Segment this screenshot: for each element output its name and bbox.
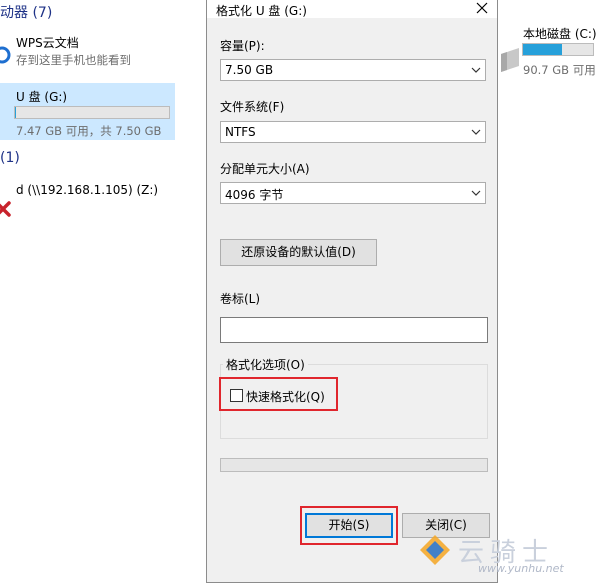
wps-cloud-subtitle: 存到这里手机也能看到 — [16, 53, 131, 67]
watermark: 云骑士 www.yunhu.net — [418, 530, 596, 577]
restore-defaults-button[interactable]: 还原设备的默认值(D) — [220, 239, 377, 266]
usb-drive-capacity-bar — [14, 106, 170, 119]
chevron-down-icon — [471, 190, 481, 196]
dialog-title: 格式化 U 盘 (G:) — [216, 4, 307, 18]
filesystem-select[interactable]: NTFS — [220, 121, 486, 143]
usb-drive-item[interactable]: U 盘 (G:) 7.47 GB 可用，共 7.50 GB — [0, 83, 175, 140]
chevron-down-icon — [471, 67, 481, 73]
wps-cloud-title: WPS云文档 — [16, 36, 79, 50]
usb-drive-title: U 盘 (G:) — [16, 90, 68, 104]
local-disk-title: 本地磁盘 (C:) — [523, 27, 596, 41]
usb-drive-free-text: 7.47 GB 可用，共 7.50 GB — [16, 124, 162, 138]
capacity-value: 7.50 GB — [225, 63, 274, 77]
local-disk-capacity-bar — [522, 43, 594, 56]
allocation-value: 4096 字节 — [225, 188, 284, 202]
network-group-header[interactable]: (1) — [0, 150, 20, 166]
chevron-down-icon — [471, 129, 481, 135]
allocation-select[interactable]: 4096 字节 — [220, 182, 486, 204]
format-dialog: 格式化 U 盘 (G:) 容量(P): 7.50 GB 文件系统(F) NTFS… — [206, 0, 498, 583]
format-progress-bar — [220, 458, 488, 472]
dialog-titlebar[interactable]: 格式化 U 盘 (G:) — [207, 0, 497, 18]
devices-group-header[interactable]: 动器 (7) — [0, 2, 52, 22]
hard-drive-icon — [501, 48, 519, 72]
start-button-highlight — [300, 506, 398, 545]
network-drive-item[interactable]: d (\\192.168.1.105) (Z:) — [0, 178, 200, 223]
allocation-label: 分配单元大小(A) — [220, 162, 310, 176]
close-icon[interactable] — [472, 0, 492, 17]
volume-label-label: 卷标(L) — [220, 292, 261, 306]
watermark-logo-icon — [420, 535, 450, 565]
local-disk-item[interactable]: 本地磁盘 (C:) 90.7 GB 可用 — [498, 20, 596, 80]
local-disk-capacity-fill — [523, 44, 562, 55]
watermark-url: www.yunhu.net — [478, 562, 564, 575]
disconnected-x-icon — [0, 201, 11, 217]
quick-format-highlight — [219, 377, 338, 411]
local-disk-free-text: 90.7 GB 可用 — [523, 63, 596, 77]
format-options-label: 格式化选项(O) — [223, 356, 308, 373]
capacity-select[interactable]: 7.50 GB — [220, 59, 486, 81]
volume-label-input[interactable] — [220, 317, 488, 343]
wps-cloud-item[interactable]: WPS云文档 存到这里手机也能看到 — [0, 30, 175, 70]
wps-cloud-icon — [0, 46, 11, 64]
usb-drive-capacity-fill — [15, 107, 16, 118]
network-drive-title: d (\\192.168.1.105) (Z:) — [16, 183, 159, 197]
filesystem-value: NTFS — [225, 125, 256, 139]
capacity-label: 容量(P): — [220, 39, 265, 53]
filesystem-label: 文件系统(F) — [220, 100, 285, 114]
